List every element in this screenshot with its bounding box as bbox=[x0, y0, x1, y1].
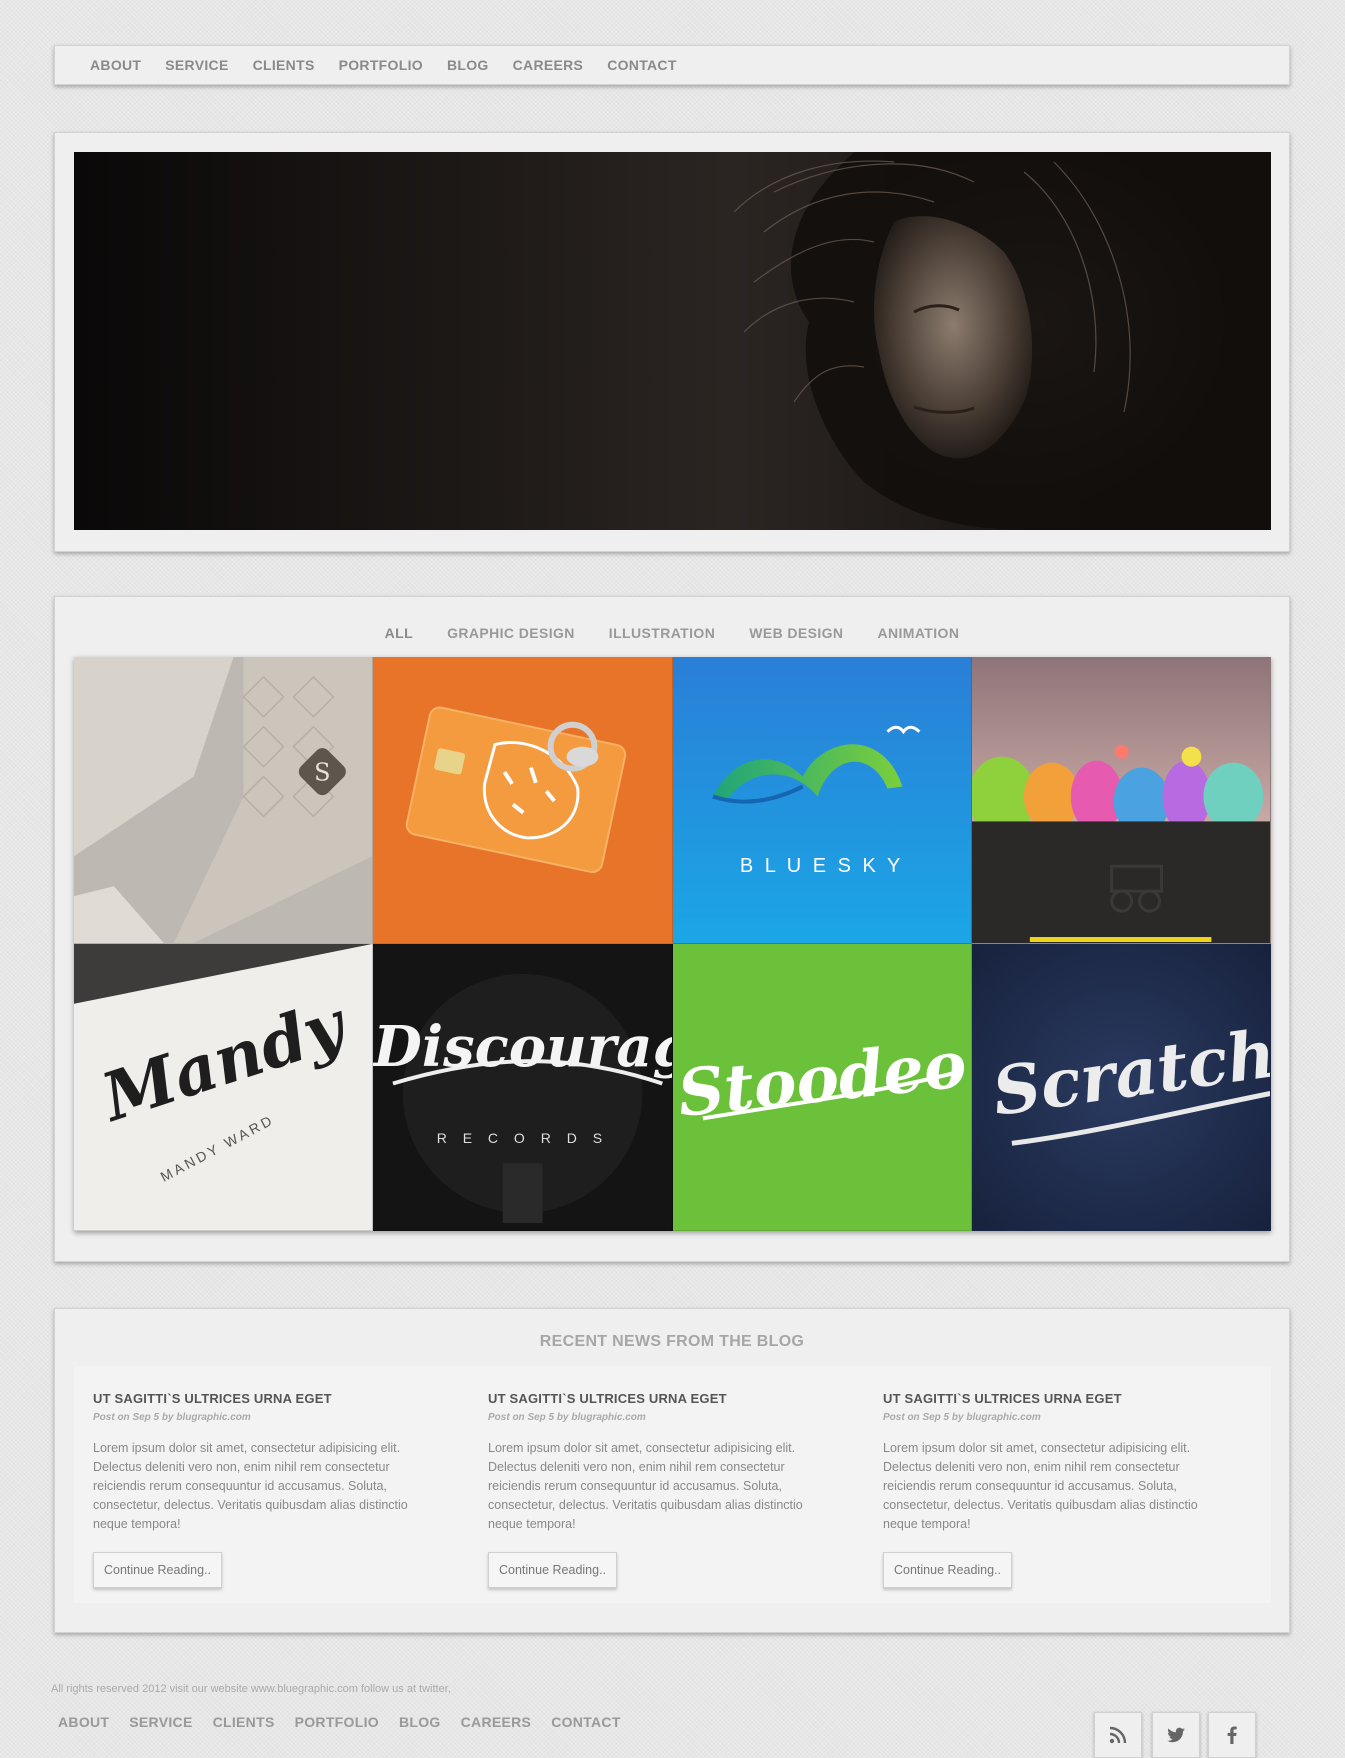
filter-animation[interactable]: ANIMATION bbox=[877, 625, 959, 645]
nav-contact[interactable]: CONTACT bbox=[607, 57, 677, 73]
nav-clients[interactable]: CLIENTS bbox=[253, 57, 315, 73]
portfolio-item-stoodeo[interactable]: Stoodeo bbox=[672, 944, 972, 1231]
twitter-icon bbox=[1167, 1727, 1185, 1743]
portfolio-item-discourage[interactable]: Discourage R E C O R D S bbox=[373, 944, 673, 1231]
orange-card-image bbox=[373, 657, 672, 943]
continue-reading-button[interactable]: Continue Reading.. bbox=[883, 1552, 1013, 1588]
portfolio-item-3d-letters[interactable] bbox=[971, 657, 1271, 944]
blue-sky-logo bbox=[672, 657, 971, 943]
post-title[interactable]: UT SAGITTI`S ULTRICES URNA EGET bbox=[488, 1391, 833, 1406]
blog-post-3: UT SAGITTI`S ULTRICES URNA EGET Post on … bbox=[883, 1391, 1228, 1588]
discourage-records-image bbox=[373, 944, 672, 1230]
portfolio-item-scratch[interactable]: Scratch bbox=[971, 944, 1271, 1231]
blog-posts-container: UT SAGITTI`S ULTRICES URNA EGET Post on … bbox=[74, 1366, 1271, 1603]
portfolio-item-mandy[interactable]: Mandy MANDY WARD bbox=[74, 944, 374, 1231]
footer-nav-blog[interactable]: BLOG bbox=[399, 1714, 441, 1730]
post-title[interactable]: UT SAGITTI`S ULTRICES URNA EGET bbox=[883, 1391, 1228, 1406]
footer-nav-portfolio[interactable]: PORTFOLIO bbox=[295, 1714, 379, 1730]
3d-letters-image bbox=[971, 657, 1270, 943]
footer-copyright: All rights reserved 2012 visit our websi… bbox=[51, 1683, 451, 1695]
hero-portrait-illustration bbox=[733, 152, 1271, 530]
filter-illustration[interactable]: ILLUSTRATION bbox=[609, 625, 715, 645]
portfolio-item-business-cards[interactable]: S bbox=[74, 657, 374, 944]
post-meta: Post on Sep 5 by blugraphic.com bbox=[93, 1412, 251, 1423]
nav-about[interactable]: ABOUT bbox=[90, 57, 141, 73]
footer-nav-careers[interactable]: CAREERS bbox=[461, 1714, 532, 1730]
nav-portfolio[interactable]: PORTFOLIO bbox=[339, 57, 423, 73]
post-meta: Post on Sep 5 by blugraphic.com bbox=[488, 1412, 646, 1423]
portfolio-item-orange-card[interactable] bbox=[373, 657, 673, 944]
blog-heading: RECENT NEWS FROM THE BLOG bbox=[539, 1333, 805, 1350]
footer-nav-service[interactable]: SERVICE bbox=[129, 1714, 192, 1730]
nav-service[interactable]: SERVICE bbox=[165, 57, 228, 73]
footer-navigation: ABOUT SERVICE CLIENTS PORTFOLIO BLOG CAR… bbox=[58, 1714, 641, 1732]
post-meta: Post on Sep 5 by blugraphic.com bbox=[883, 1412, 1041, 1423]
filter-all[interactable]: ALL bbox=[385, 625, 413, 645]
portfolio-grid: S B L U E S K Y Mandy MANDY WARD Discour… bbox=[74, 657, 1271, 1231]
continue-reading-button[interactable]: Continue Reading.. bbox=[93, 1552, 223, 1588]
blog-section: RECENT NEWS FROM THE BLOG UT SAGITTI`S U… bbox=[54, 1308, 1290, 1633]
footer-nav-clients[interactable]: CLIENTS bbox=[213, 1714, 275, 1730]
blog-post-1: UT SAGITTI`S ULTRICES URNA EGET Post on … bbox=[93, 1391, 438, 1588]
twitter-button[interactable] bbox=[1152, 1712, 1200, 1758]
portfolio-filters: ALL GRAPHIC DESIGN ILLUSTRATION WEB DESI… bbox=[55, 625, 1289, 645]
hero-image bbox=[74, 152, 1271, 530]
nav-blog[interactable]: BLOG bbox=[447, 57, 489, 73]
blog-post-2: UT SAGITTI`S ULTRICES URNA EGET Post on … bbox=[488, 1391, 833, 1588]
svg-text:S: S bbox=[314, 759, 330, 787]
records-text: R E C O R D S bbox=[436, 1130, 609, 1146]
portfolio-item-blue-sky[interactable]: B L U E S K Y bbox=[672, 657, 972, 944]
rss-icon bbox=[1109, 1726, 1127, 1744]
hero-slider bbox=[54, 132, 1290, 552]
facebook-button[interactable] bbox=[1208, 1712, 1256, 1758]
discourage-script-text: Discourage bbox=[373, 1014, 671, 1080]
nav-careers[interactable]: CAREERS bbox=[513, 57, 584, 73]
footer-nav-contact[interactable]: CONTACT bbox=[551, 1714, 621, 1730]
blue-sky-text: B L U E S K Y bbox=[739, 855, 904, 877]
continue-reading-button[interactable]: Continue Reading.. bbox=[488, 1552, 618, 1588]
post-excerpt: Lorem ipsum dolor sit amet, consectetur … bbox=[93, 1441, 408, 1531]
top-nav-list: ABOUT SERVICE CLIENTS PORTFOLIO BLOG CAR… bbox=[55, 46, 1289, 86]
filter-web-design[interactable]: WEB DESIGN bbox=[749, 625, 843, 645]
post-excerpt: Lorem ipsum dolor sit amet, consectetur … bbox=[883, 1441, 1198, 1531]
portfolio-section: ALL GRAPHIC DESIGN ILLUSTRATION WEB DESI… bbox=[54, 596, 1290, 1262]
business-cards-image: S bbox=[74, 657, 373, 943]
top-navigation-bar: ABOUT SERVICE CLIENTS PORTFOLIO BLOG CAR… bbox=[54, 45, 1290, 85]
post-excerpt: Lorem ipsum dolor sit amet, consectetur … bbox=[488, 1441, 803, 1531]
facebook-icon bbox=[1227, 1726, 1237, 1744]
filter-graphic-design[interactable]: GRAPHIC DESIGN bbox=[447, 625, 575, 645]
post-title[interactable]: UT SAGITTI`S ULTRICES URNA EGET bbox=[93, 1391, 438, 1406]
rss-button[interactable] bbox=[1094, 1712, 1142, 1758]
footer-nav-about[interactable]: ABOUT bbox=[58, 1714, 109, 1730]
